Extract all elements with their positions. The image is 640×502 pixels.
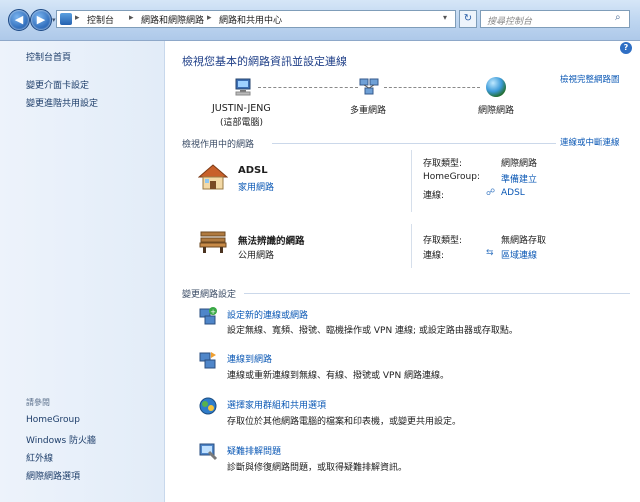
active-networks-heading: 檢視作用中的網路 — [182, 140, 255, 150]
multiple-networks-label: 多重網路 — [350, 106, 387, 116]
see-also-firewall-link[interactable]: Windows 防火牆 — [26, 433, 96, 446]
troubleshoot-problems-link[interactable]: 疑難排解問題 — [227, 444, 281, 457]
homegroup-label: HomeGroup: — [423, 172, 481, 182]
connect-disconnect-link[interactable]: 連線或中斷連線 — [560, 136, 620, 148]
svg-text:+: + — [210, 308, 216, 316]
divider — [411, 150, 412, 212]
network-name: 無法辨識的網路 — [238, 236, 305, 247]
task-description: 設定無線、寬頻、撥號、臨機操作或 VPN 連線; 或設定路由器或存取點。 — [227, 326, 518, 336]
control-panel-home-link[interactable]: 控制台首頁 — [26, 50, 71, 63]
breadcrumb-separator-icon: ▸ — [75, 13, 80, 23]
change-settings-heading: 變更網路設定 — [182, 290, 237, 300]
local-area-connection-link[interactable]: 區域連線 — [501, 248, 537, 261]
home-network-icon — [197, 163, 229, 191]
setup-new-connection-link[interactable]: 設定新的連線或網路 — [227, 308, 308, 321]
breadcrumb-network-sharing-center[interactable]: 網路和共用中心 — [219, 13, 282, 26]
page-title: 檢視您基本的網路資訊並設定連線 — [182, 55, 347, 68]
task-description: 連線或重新連線到無線、有線、撥號或 VPN 網路連線。 — [227, 371, 450, 381]
internet-globe-icon — [486, 77, 506, 97]
adsl-connection-link[interactable]: ADSL — [501, 188, 525, 198]
internet-label: 網際網路 — [478, 106, 515, 116]
view-full-map-link[interactable]: 檢視完整網路圖 — [560, 73, 620, 85]
task-description: 診斷與修復網路問題，或取得疑難排解資訊。 — [227, 463, 408, 473]
map-link-line — [384, 87, 480, 89]
see-also-heading: 請參閱 — [26, 398, 50, 407]
refresh-icon[interactable]: ↻ — [459, 10, 477, 28]
homegroup-sharing-icon — [198, 396, 218, 416]
address-bar-area: ◀ ▶ ▾ ▸ 控制台 ▸ 網路和網際網路 ▸ 網路和共用中心 ▾ ↻ 搜尋控制… — [0, 0, 640, 41]
public-network-type: 公用網路 — [238, 251, 275, 261]
homegroup-sharing-options-link[interactable]: 選擇家用群組和共用選項 — [227, 398, 326, 411]
breadcrumb-control-panel[interactable]: 控制台 — [87, 13, 114, 26]
see-also-infrared-link[interactable]: 紅外線 — [26, 451, 53, 464]
connections-label: 連線: — [423, 191, 445, 201]
connect-to-network-link[interactable]: 連線到網路 — [227, 352, 272, 365]
see-also-homegroup-link[interactable]: HomeGroup — [26, 415, 80, 425]
recent-pages-chevron-icon[interactable]: ▾ — [52, 16, 56, 24]
change-advanced-sharing-link[interactable]: 變更進階共用設定 — [26, 96, 98, 109]
home-network-type-link[interactable]: 家用網路 — [238, 180, 274, 193]
breadcrumb-separator-icon: ▸ — [129, 13, 134, 23]
multiple-networks-icon — [358, 77, 380, 97]
troubleshoot-icon — [198, 441, 218, 461]
search-icon[interactable]: ⌕ — [615, 12, 621, 23]
map-link-line — [258, 87, 358, 89]
divider — [411, 224, 412, 268]
computer-icon — [232, 78, 254, 96]
access-type-value: 網際網路 — [501, 159, 538, 169]
new-connection-icon: + — [198, 306, 218, 326]
address-dropdown-chevron-icon[interactable]: ▾ — [443, 13, 447, 22]
connections-label: 連線: — [423, 251, 445, 261]
network-name: ADSL — [238, 165, 268, 176]
connect-to-network-icon — [198, 350, 218, 370]
dialup-connection-icon: ☍ — [486, 188, 496, 198]
see-also-internet-options-link[interactable]: 網際網路選項 — [26, 469, 80, 482]
help-icon[interactable]: ? — [620, 42, 632, 54]
breadcrumb-network-internet[interactable]: 網路和網際網路 — [141, 13, 204, 26]
this-computer-label: (這部電腦) — [220, 118, 264, 128]
task-description: 存取位於其他網路電腦的檔案和印表機，或變更共用設定。 — [227, 417, 462, 427]
back-button[interactable]: ◀ — [8, 9, 30, 31]
control-panel-icon — [60, 13, 72, 25]
access-type-value: 無網路存取 — [501, 236, 547, 246]
homegroup-ready-link[interactable]: 準備建立 — [501, 172, 537, 185]
search-input[interactable]: 搜尋控制台 — [480, 10, 630, 28]
lan-connection-icon: ⇆ — [486, 248, 494, 258]
public-network-bench-icon — [198, 228, 228, 254]
divider — [272, 143, 556, 144]
change-adapter-settings-link[interactable]: 變更介面卡設定 — [26, 78, 89, 91]
address-box[interactable]: ▸ 控制台 ▸ 網路和網際網路 ▸ 網路和共用中心 ▾ — [56, 10, 456, 28]
access-type-label: 存取類型: — [423, 159, 463, 169]
forward-button[interactable]: ▶ — [30, 9, 52, 31]
computer-name-label: JUSTIN-JENG — [212, 103, 271, 114]
breadcrumb-separator-icon: ▸ — [207, 13, 212, 23]
divider — [244, 293, 630, 294]
access-type-label: 存取類型: — [423, 236, 463, 246]
